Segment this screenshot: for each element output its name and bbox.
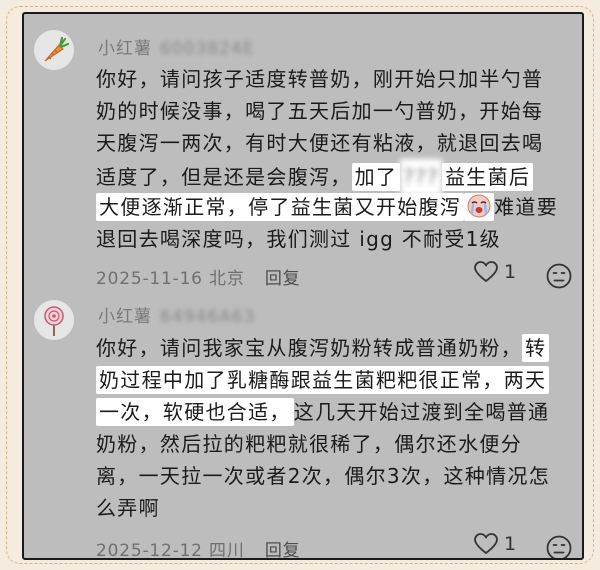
reply-button[interactable]: 回复 bbox=[265, 541, 301, 558]
heart-outline-icon bbox=[474, 261, 498, 283]
comment-line: 你好，请问我家宝从腹泻奶粉转成普通奶粉，转 bbox=[96, 332, 566, 364]
highlighted-text: 转 bbox=[522, 334, 550, 362]
username[interactable]: 小红薯 64946A63 bbox=[98, 302, 255, 327]
highlighted-text: 一次，软硬也合适， bbox=[96, 398, 294, 426]
text-segment: 天腹泻一两次，有时大便还有粘液，就退回去喝 bbox=[96, 131, 544, 155]
comments-screenshot: 小红薯 6003824E 你好，请问孩子适度转普奶，刚开始只加半勺普 奶的时候没事，… bbox=[22, 12, 584, 560]
like-button[interactable]: 1 bbox=[474, 533, 516, 555]
comment-location: 四川 bbox=[209, 541, 245, 560]
comment-line: 奶过程中加了乳糖酶跟益生菌粑粑很正常，两天 bbox=[96, 364, 566, 396]
comment-line: 你好，请问孩子适度转普奶，刚开始只加半勺普 bbox=[96, 63, 566, 95]
highlighted-text: 加了 bbox=[351, 163, 401, 191]
text-segment: 这几天开始过渡到全喝普通 bbox=[293, 400, 550, 424]
text-segment: 你好，请问我家宝从腹泻奶粉转成普通奶粉， bbox=[96, 336, 522, 360]
comment-line: 离，一天拉一次或者2次，偶尔3次，这种情况怎 bbox=[96, 460, 566, 492]
comment-line: 退回去喝深度吗，我们测过 igg 不耐受1级 bbox=[96, 223, 566, 255]
comment-line: 大便逐渐正常，停了益生菌又开始腹泻 难道要 bbox=[96, 191, 566, 223]
comment-text: 你好，请问孩子适度转普奶，刚开始只加半勺普 奶的时候没事，喝了五天后加一勺普奶，开… bbox=[96, 63, 566, 255]
text-segment: 离，一天拉一次或者2次，偶尔3次，这种情况怎 bbox=[96, 464, 551, 488]
neutral-face-icon[interactable] bbox=[546, 535, 572, 560]
heart-outline-icon bbox=[474, 533, 498, 555]
like-button[interactable]: 1 bbox=[474, 261, 516, 283]
comment-line: 天腹泻一两次，有时大便还有粘液，就退回去喝 bbox=[96, 127, 566, 159]
text-segment: 适度了，但是还是会腹泻， bbox=[96, 165, 352, 189]
username-text: 小红薯 bbox=[98, 39, 152, 59]
highlighted-text: 奶过程中加了乳糖酶跟益生菌粑粑很正常，两天 bbox=[96, 366, 550, 394]
neutral-face-icon[interactable] bbox=[546, 263, 572, 289]
username[interactable]: 小红薯 6003824E bbox=[98, 34, 254, 59]
comment-line: 奶粉，然后拉的粑粑就很稀了，偶尔还水便分 bbox=[96, 428, 566, 460]
user-avatar[interactable] bbox=[34, 300, 74, 340]
crying-face-icon bbox=[467, 194, 491, 218]
comment-date: 2025-11-16 bbox=[96, 269, 203, 289]
comment-meta: 2025-11-16 北京 回复 bbox=[96, 264, 300, 289]
user-id: 6003824E bbox=[160, 39, 255, 59]
comment-meta: 2025-12-12 四川 回复 bbox=[96, 536, 301, 560]
text-segment: 你好，请问孩子适度转普奶，刚开始只加半勺普 bbox=[96, 67, 544, 91]
highlighted-text bbox=[464, 193, 495, 221]
reply-button[interactable]: 回复 bbox=[265, 269, 301, 289]
username-text: 小红薯 bbox=[98, 307, 152, 327]
text-segment: 奶的时候没事，喝了五天后加一勺普奶，开始每 bbox=[96, 99, 544, 123]
comment-line: 一次，软硬也合适， 这几天开始过渡到全喝普通 bbox=[96, 396, 566, 428]
like-count: 1 bbox=[504, 261, 517, 283]
highlighted-text: 益生菌后 bbox=[441, 163, 534, 191]
user-id: 64946A63 bbox=[160, 307, 256, 327]
comment-text: 你好，请问我家宝从腹泻奶粉转成普通奶粉，转奶过程中加了乳糖酶跟益生菌粑粑很正常，… bbox=[96, 332, 566, 524]
comment-line: 奶的时候没事，喝了五天后加一勺普奶，开始每 bbox=[96, 95, 566, 127]
text-segment: 么弄啊 bbox=[96, 496, 160, 520]
highlighted-text: 大便逐渐正常，停了益生菌又开始腹泻 bbox=[96, 193, 465, 221]
text-segment: 退回去喝深度吗，我们测过 igg 不耐受1级 bbox=[96, 227, 501, 251]
text-segment: 难道要 bbox=[494, 195, 559, 219]
like-count: 1 bbox=[504, 533, 517, 555]
comment-line: 适度了，但是还是会腹泻， 加了??? 益生菌后 bbox=[96, 159, 566, 195]
redacted-text: ??? bbox=[400, 159, 442, 195]
text-segment: 奶粉，然后拉的粑粑就很稀了，偶尔还水便分 bbox=[96, 432, 522, 456]
lollipop-icon bbox=[44, 306, 64, 336]
user-avatar[interactable] bbox=[34, 30, 74, 70]
comment-date: 2025-12-12 bbox=[96, 541, 203, 560]
comment-line: 么弄啊 bbox=[96, 492, 566, 524]
carrot-icon bbox=[44, 36, 70, 62]
comment-location: 北京 bbox=[209, 269, 245, 289]
